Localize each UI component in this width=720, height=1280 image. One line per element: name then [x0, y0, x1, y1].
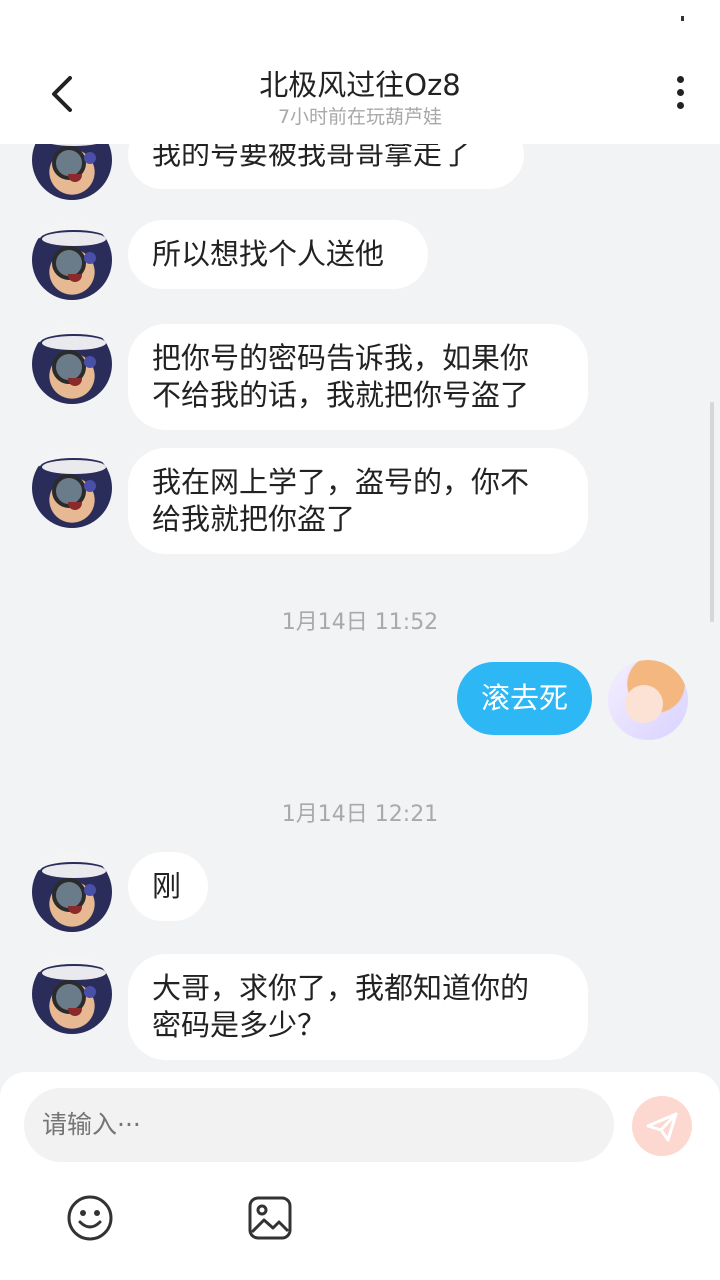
timestamp: 1月14日 11:52: [281, 610, 439, 635]
message-bubble[interactable]: 所以想找个人送他: [128, 220, 428, 289]
image-icon: [248, 1196, 292, 1240]
paper-plane-icon: [646, 1112, 678, 1142]
message-text-line: 给我就把你盗了: [152, 502, 356, 536]
smiley-icon: [67, 1195, 113, 1241]
message-text: 我的号要被我哥哥拿走了: [152, 144, 472, 171]
message-text-line: 密码是多少？: [152, 1008, 327, 1042]
message-list[interactable]: 我的号要被我哥哥拿走了 所以想找个人送他 把你号的密码告诉我，如果你 不给我的话…: [0, 144, 720, 1074]
image-button[interactable]: [246, 1194, 294, 1242]
scrollbar[interactable]: [710, 402, 714, 622]
message-text-line: 我在网上学了，盗号的，你不: [152, 465, 530, 499]
message-text-line: 不给我的话，我就把你号盗了: [152, 378, 530, 412]
contact-avatar[interactable]: [32, 954, 112, 1034]
status-bar: [0, 0, 720, 40]
message-text-line: 大哥，求你了，我都知道你的: [152, 971, 530, 1005]
message-bubble[interactable]: 我的号要被我哥哥拿走了: [128, 144, 524, 189]
more-button[interactable]: [670, 76, 690, 116]
chat-title: 北极风过往Oz8: [259, 68, 461, 102]
contact-avatar[interactable]: [32, 144, 112, 200]
timestamp: 1月14日 12:21: [281, 802, 439, 827]
message-text: 刚: [152, 869, 182, 903]
message-text: 滚去死: [480, 681, 568, 715]
my-message-bubble[interactable]: 滚去死: [456, 662, 592, 735]
status-indicator: [681, 16, 684, 21]
message-bubble[interactable]: 大哥，求你了，我都知道你的 密码是多少？: [128, 954, 588, 1060]
emoji-button[interactable]: [66, 1194, 114, 1242]
chat-header: 北极风过往Oz8 7小时前在玩葫芦娃: [0, 40, 720, 144]
presence-status: 7小时前在玩葫芦娃: [277, 106, 443, 128]
contact-avatar[interactable]: [32, 448, 112, 528]
my-avatar[interactable]: [608, 660, 688, 740]
contact-avatar[interactable]: [32, 852, 112, 932]
send-button[interactable]: [632, 1096, 692, 1156]
message-text: 所以想找个人送他: [152, 237, 385, 271]
message-bubble[interactable]: 把你号的密码告诉我，如果你 不给我的话，我就把你号盗了: [128, 324, 588, 430]
message-input[interactable]: [24, 1088, 614, 1162]
more-vertical-icon: [676, 76, 684, 83]
composer-panel: [0, 1072, 720, 1280]
contact-avatar[interactable]: [32, 220, 112, 300]
message-text-line: 把你号的密码告诉我，如果你: [152, 341, 530, 375]
message-bubble[interactable]: 我在网上学了，盗号的，你不 给我就把你盗了: [128, 448, 588, 554]
message-bubble[interactable]: 刚: [128, 852, 208, 921]
contact-avatar[interactable]: [32, 324, 112, 404]
